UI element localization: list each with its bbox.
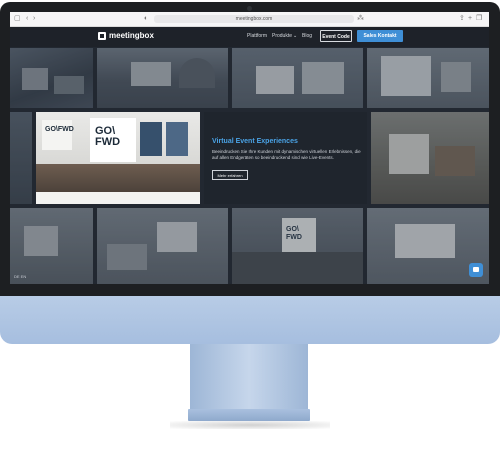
monitor-stand-foot [188,409,310,421]
logo-text[interactable]: meetingbox [109,31,154,41]
camera [247,6,252,11]
share-icon[interactable]: ⇪ [459,15,465,23]
monitor-stand [190,344,308,411]
event-tile[interactable] [10,208,93,284]
new-tab-icon[interactable]: + [468,15,472,23]
feature-title: Virtual Event Experiences [212,138,298,145]
monitor-chin [0,296,500,344]
forward-icon[interactable]: › [33,15,35,23]
translate-icon[interactable]: ⁂ [357,15,364,23]
language-switch[interactable]: DE EN [14,274,26,279]
nav-link-produkte[interactable]: Produkte [272,33,292,40]
back-icon[interactable]: ‹ [26,15,28,23]
feature-description: Beeindrucken Sie Ihre Kunden mit dynamis… [212,149,361,160]
event-tile[interactable]: GO\ FWD [232,208,363,284]
event-tile[interactable] [97,208,228,284]
chat-icon[interactable] [469,263,483,277]
event-tile[interactable] [371,112,489,204]
sales-contact-button[interactable]: Sales Kontakt [357,30,403,42]
event-tile[interactable] [10,48,93,108]
privacy-icon: ◐ [144,15,149,22]
event-tile[interactable] [367,48,489,108]
nav-link-plattform[interactable]: Plattform [247,33,267,40]
screen: ▢ ‹ › ◐ meetingbox.com ⁂ ⇪ + ❐ meetingbo… [10,12,489,284]
address-bar[interactable]: meetingbox.com [154,15,354,23]
stage-screen-left: GO\FWD [42,120,74,150]
tabs-icon[interactable]: ❐ [476,15,482,23]
featured-stage-image[interactable]: GO\FWD GO\ FWD [36,112,200,204]
event-tile[interactable] [10,112,32,204]
chevron-down-icon[interactable]: ⌄ [293,33,297,40]
imac-monitor: ▢ ‹ › ◐ meetingbox.com ⁂ ⇪ + ❐ meetingbo… [0,2,500,344]
event-code-button[interactable]: Event Code [320,30,352,42]
learn-more-button[interactable]: Mehr erfahren [212,170,248,180]
nav-link-blog[interactable]: Blog [302,33,312,40]
feature-panel: Virtual Event Experiences Beeindrucken S… [204,112,367,204]
stand-shadow [170,421,330,429]
event-tile[interactable] [97,48,228,108]
monitor-bezel: ▢ ‹ › ◐ meetingbox.com ⁂ ⇪ + ❐ meetingbo… [0,2,500,296]
stage-screen-center: GO\ FWD [90,118,136,162]
sidebar-icon[interactable]: ▢ [14,15,21,23]
site-nav: meetingbox Plattform Produkte ⌄ Blog Eve… [10,27,489,47]
logo-icon[interactable] [98,32,106,40]
event-tile[interactable] [232,48,363,108]
browser-toolbar: ▢ ‹ › ◐ meetingbox.com ⁂ ⇪ + ❐ [10,12,489,27]
